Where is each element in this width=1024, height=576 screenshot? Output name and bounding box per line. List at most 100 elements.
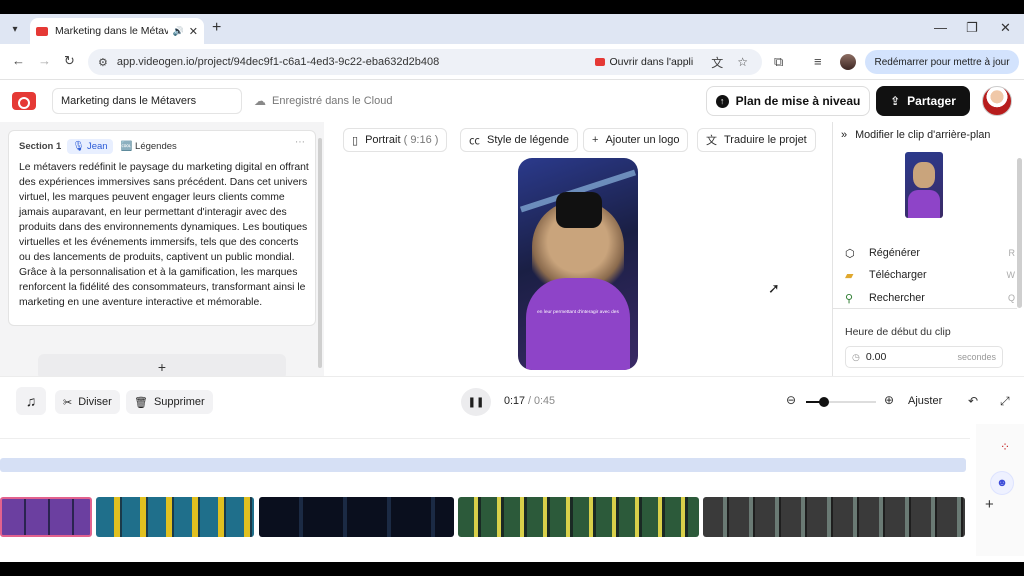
timeline-clip[interactable] [259, 497, 454, 537]
portrait-button[interactable]: ▯ Portrait ( 9:16 ) [343, 128, 448, 152]
script-text[interactable]: Le métavers redéfinit le paysage du mark… [19, 160, 311, 310]
timeline-clip-selected[interactable] [0, 497, 92, 537]
browser-tab-strip: ▾ Marketing dans le Métavers 🔊 ✕ + — ❐ ✕ [0, 14, 1024, 44]
back-arrow-icon[interactable]: ← [12, 53, 25, 68]
timeline-clip[interactable] [703, 497, 965, 537]
extensions-icon[interactable]: ⧉ [774, 54, 783, 70]
section-header: Section 1 🎙 Jean 🆒 Légendes [19, 139, 177, 154]
portrait-label: Portrait [365, 134, 401, 146]
panel-divider [833, 308, 1017, 309]
captions-label: Légendes [135, 141, 177, 152]
zoom-in-icon[interactable]: ⊕ [884, 393, 894, 407]
search-shortcut: Q [1007, 293, 1015, 303]
add-logo-button[interactable]: + Ajouter un logo [583, 128, 689, 152]
window-close-icon[interactable]: ✕ [1000, 20, 1011, 36]
upgrade-plan-button[interactable]: ↑ Plan de mise à niveau [706, 86, 870, 116]
plus-icon: + [592, 134, 599, 146]
minimize-icon[interactable]: — [934, 20, 947, 35]
address-bar[interactable]: ⚙ app.videogen.io/project/94dec9f1-c6a1-… [88, 49, 762, 75]
videogen-logo-icon[interactable] [12, 92, 36, 110]
split-button[interactable]: ✂ Diviser [55, 390, 120, 414]
preview-caption: en leur permettant d'interagir avec des [537, 310, 619, 315]
upload-shortcut: W [1006, 270, 1016, 280]
caption-style-button[interactable]: ㏄ Style de légende [460, 128, 578, 152]
restart-update-button[interactable]: Redémarrer pour mettre à jour [865, 50, 1019, 74]
collapse-chevrons-icon[interactable]: » [841, 129, 847, 141]
undo-icon[interactable]: ↶ [968, 394, 978, 408]
video-preview[interactable]: en leur permettant d'interagir avec des [518, 158, 638, 370]
timeline-clip[interactable] [458, 497, 699, 537]
clock-icon: ◷ [852, 351, 860, 362]
clip-start-label: Heure de début du clip [845, 326, 951, 338]
more-options-icon[interactable]: ⋯ [295, 137, 305, 148]
add-logo-label: Ajouter un logo [605, 134, 680, 146]
script-panel: Section 1 🎙 Jean 🆒 Légendes ⋯ Le métaver… [0, 122, 324, 380]
add-track-icon[interactable]: + [985, 496, 994, 513]
script-section-card[interactable]: Section 1 🎙 Jean 🆒 Légendes ⋯ Le métaver… [8, 130, 316, 326]
script-scrollbar[interactable] [318, 138, 322, 368]
media-icon[interactable]: ≡ [814, 54, 822, 69]
preview-vr-headset [556, 192, 602, 228]
apps-icon[interactable]: ⁘ [1000, 440, 1010, 454]
split-label: Diviser [78, 396, 112, 408]
scissors-icon: ✂ [63, 396, 73, 409]
pause-icon[interactable]: ❚❚ [461, 388, 491, 416]
thumbnail-body [908, 190, 940, 218]
timeline: ⤢ ⁘ ☻ + [0, 394, 1024, 562]
trash-icon: 🗑 [134, 396, 148, 409]
panel-header: » Modifier le clip d'arrière-plan [841, 129, 990, 141]
speaker-icon[interactable]: 🔊 [173, 26, 184, 37]
background-clip-thumbnail[interactable] [905, 152, 943, 218]
playback-time: 0:17 / 0:45 [504, 395, 555, 407]
voice-name: Jean [86, 141, 108, 152]
cc-icon: ㏄ [469, 135, 480, 147]
translate-icon[interactable]: 文 [711, 54, 723, 71]
upgrade-plan-label: Plan de mise à niveau [735, 94, 861, 108]
timeline-ruler[interactable] [0, 438, 970, 439]
share-icon: ⇪ [890, 94, 901, 108]
upload-button[interactable]: ▰ Télécharger W [845, 266, 1015, 284]
mouse-cursor-icon: ➚ [768, 280, 780, 296]
language-icon: 文 [706, 135, 717, 147]
translate-project-label: Traduire le projet [724, 134, 807, 146]
timeline-clip[interactable] [96, 497, 254, 537]
zoom-out-icon[interactable]: ⊖ [786, 393, 796, 407]
expand-icon[interactable]: ⤢ [1000, 394, 1010, 409]
captions-chip[interactable]: 🆒 Légendes [121, 141, 177, 152]
cube-icon: ⬡ [845, 247, 855, 260]
open-in-app-button[interactable]: Ouvrir dans l'appli [594, 56, 693, 68]
site-info-icon[interactable]: ⚙ [98, 56, 108, 69]
zoom-slider-knob[interactable] [818, 397, 829, 407]
close-icon[interactable]: ✕ [189, 25, 198, 38]
share-button[interactable]: ⇪ Partager [876, 86, 970, 116]
panel-title: Modifier le clip d'arrière-plan [855, 129, 991, 141]
cloud-icon: ☁ [254, 94, 266, 108]
reload-icon[interactable]: ↻ [64, 53, 75, 69]
browser-tab[interactable]: Marketing dans le Métavers 🔊 ✕ [30, 18, 204, 44]
profile-avatar[interactable] [840, 54, 856, 70]
clip-start-input[interactable]: ◷ 0.00 secondes [845, 346, 1003, 368]
share-label: Partager [907, 94, 956, 108]
fit-button[interactable]: Ajuster [908, 395, 942, 407]
delete-button[interactable]: 🗑 Supprimer [126, 390, 213, 414]
translate-project-button[interactable]: 文 Traduire le projet [697, 128, 816, 152]
restore-icon[interactable]: ❐ [966, 20, 978, 36]
assistant-bot-icon[interactable]: ☻ [990, 471, 1014, 495]
search-button[interactable]: ⚲ Rechercher Q [845, 289, 1015, 307]
panel-scrollbar[interactable] [1017, 158, 1022, 308]
zoom-slider[interactable] [806, 397, 876, 407]
tab-search-icon[interactable]: ▾ [6, 20, 24, 38]
regenerate-button[interactable]: ⬡ Régénérer R [845, 244, 1015, 262]
tab-favicon-icon [36, 26, 48, 36]
user-avatar[interactable] [982, 86, 1012, 116]
caption-track[interactable] [0, 458, 966, 472]
new-tab-icon[interactable]: + [212, 19, 221, 37]
project-name-input[interactable]: Marketing dans le Métavers [52, 88, 242, 114]
screen: ▾ Marketing dans le Métavers 🔊 ✕ + — ❐ ✕… [0, 14, 1024, 562]
caption-style-label: Style de légende [487, 134, 569, 146]
voice-chip[interactable]: 🎙 Jean [67, 139, 113, 154]
forward-arrow-icon[interactable]: → [38, 53, 51, 68]
star-icon[interactable]: ☆ [737, 55, 748, 69]
section-label: Section 1 [19, 141, 62, 152]
music-note-icon[interactable]: ♫ [16, 387, 46, 415]
